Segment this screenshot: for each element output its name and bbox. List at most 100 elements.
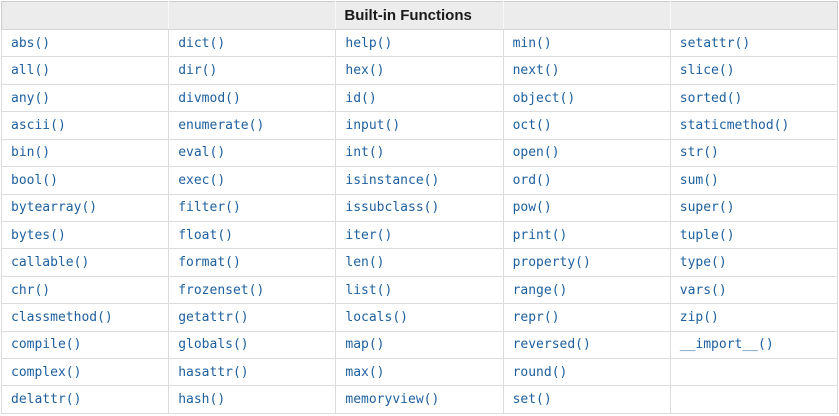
function-link[interactable]: vars() <box>680 283 727 298</box>
function-link[interactable]: slice() <box>680 63 735 78</box>
function-link[interactable]: sum() <box>680 173 719 188</box>
function-link[interactable]: hex() <box>345 63 384 78</box>
function-cell: hash() <box>168 385 337 414</box>
function-link[interactable]: frozenset() <box>178 283 264 298</box>
function-link[interactable]: oct() <box>513 118 552 133</box>
function-cell: callable() <box>0 248 170 277</box>
function-cell: setattr() <box>669 28 839 58</box>
function-link[interactable]: reversed() <box>513 337 591 352</box>
function-link[interactable]: list() <box>345 283 392 298</box>
function-link[interactable]: ascii() <box>11 118 66 133</box>
function-link[interactable]: eval() <box>178 145 225 160</box>
header-cell-empty <box>669 1 839 30</box>
function-cell: exec() <box>168 166 337 195</box>
function-link[interactable]: tuple() <box>680 228 735 243</box>
function-link[interactable]: float() <box>178 228 233 243</box>
function-cell: sum() <box>669 166 839 195</box>
function-cell: range() <box>502 275 671 305</box>
function-cell: id() <box>335 83 504 113</box>
function-link[interactable]: dict() <box>178 36 225 51</box>
function-cell: all() <box>0 56 170 85</box>
function-link[interactable]: range() <box>513 283 568 298</box>
function-link[interactable]: memoryview() <box>345 392 439 407</box>
function-link[interactable]: print() <box>513 228 568 243</box>
function-link[interactable]: compile() <box>11 337 81 352</box>
function-link[interactable]: bytes() <box>11 228 66 243</box>
table-row: classmethod() getattr() locals() repr() zip(… <box>0 303 839 332</box>
function-link[interactable]: next() <box>513 63 560 78</box>
function-link[interactable]: complex() <box>11 365 81 380</box>
function-cell: delattr() <box>0 385 170 414</box>
function-link[interactable]: len() <box>345 255 384 270</box>
function-link[interactable]: chr() <box>11 283 50 298</box>
function-link[interactable]: ord() <box>513 173 552 188</box>
function-link[interactable]: bool() <box>11 173 58 188</box>
function-cell: object() <box>502 83 671 113</box>
function-cell: round() <box>502 358 671 387</box>
function-link[interactable]: iter() <box>345 228 392 243</box>
function-link[interactable]: issubclass() <box>345 200 439 215</box>
function-link[interactable]: property() <box>513 255 591 270</box>
function-link[interactable]: locals() <box>345 310 408 325</box>
function-cell: __import__() <box>669 330 839 360</box>
function-link[interactable]: format() <box>178 255 241 270</box>
function-link[interactable]: type() <box>680 255 727 270</box>
function-link[interactable]: repr() <box>513 310 560 325</box>
function-link[interactable]: map() <box>345 337 384 352</box>
table-row: any() divmod() id() object() sorted() <box>0 83 839 113</box>
function-link[interactable]: id() <box>345 91 376 106</box>
function-link[interactable]: bin() <box>11 145 50 160</box>
table-row: all() dir() hex() next() slice() <box>0 56 839 85</box>
function-link[interactable]: input() <box>345 118 400 133</box>
function-link[interactable]: abs() <box>11 36 50 51</box>
function-link[interactable]: globals() <box>178 337 248 352</box>
function-link[interactable]: super() <box>680 200 735 215</box>
function-link[interactable]: setattr() <box>680 36 750 51</box>
function-cell: vars() <box>669 275 839 305</box>
function-cell: set() <box>502 385 671 414</box>
function-link[interactable]: exec() <box>178 173 225 188</box>
function-cell: compile() <box>0 330 170 360</box>
function-cell: pow() <box>502 193 671 222</box>
table-row: compile() globals() map() reversed() __impor… <box>0 330 839 360</box>
function-link[interactable]: hasattr() <box>178 365 248 380</box>
function-link[interactable]: pow() <box>513 200 552 215</box>
function-link[interactable]: hash() <box>178 392 225 407</box>
function-link[interactable]: bytearray() <box>11 200 97 215</box>
function-link[interactable]: zip() <box>680 310 719 325</box>
function-cell: dir() <box>168 56 337 85</box>
function-cell: max() <box>335 358 504 387</box>
function-cell: oct() <box>502 111 671 140</box>
function-link[interactable]: str() <box>680 145 719 160</box>
function-link[interactable]: staticmethod() <box>680 118 790 133</box>
function-link[interactable]: isinstance() <box>345 173 439 188</box>
function-link[interactable]: open() <box>513 145 560 160</box>
function-link[interactable]: delattr() <box>11 392 81 407</box>
function-link[interactable]: round() <box>513 365 568 380</box>
table-row: bool() exec() isinstance() ord() sum() <box>0 166 839 195</box>
function-link[interactable]: filter() <box>178 200 241 215</box>
function-link[interactable]: max() <box>345 365 384 380</box>
function-link[interactable]: all() <box>11 63 50 78</box>
function-link[interactable]: __import__() <box>680 337 774 352</box>
function-link[interactable]: sorted() <box>680 91 743 106</box>
function-link[interactable]: classmethod() <box>11 310 113 325</box>
function-link[interactable]: enumerate() <box>178 118 264 133</box>
function-link[interactable]: object() <box>513 91 576 106</box>
function-link[interactable]: getattr() <box>178 310 248 325</box>
function-link[interactable]: min() <box>513 36 552 51</box>
function-cell: ord() <box>502 166 671 195</box>
function-link[interactable]: set() <box>513 392 552 407</box>
function-link[interactable]: int() <box>345 145 384 160</box>
function-link[interactable]: dir() <box>178 63 217 78</box>
function-cell: dict() <box>168 28 337 58</box>
table-row: bin() eval() int() open() str() <box>0 138 839 168</box>
function-cell: abs() <box>0 28 170 58</box>
header-cell-empty <box>0 1 170 30</box>
function-link[interactable]: any() <box>11 91 50 106</box>
function-cell: property() <box>502 248 671 277</box>
function-cell: min() <box>502 28 671 58</box>
function-link[interactable]: help() <box>345 36 392 51</box>
function-link[interactable]: callable() <box>11 255 89 270</box>
function-link[interactable]: divmod() <box>178 91 241 106</box>
